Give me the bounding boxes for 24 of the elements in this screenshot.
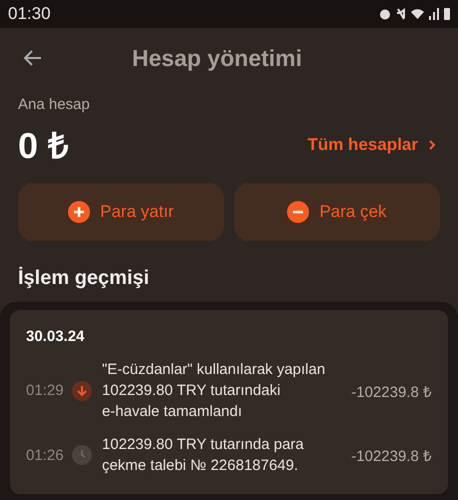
- wifi-icon: [411, 9, 424, 19]
- withdraw-button[interactable]: Para çek: [234, 183, 440, 241]
- transaction-amount: -102239.8 ₺: [351, 382, 432, 400]
- transaction-description: "E-cüzdanlar" kullanılarak yapılan 102239.80 TRY tutarındaki e-havale tamamlandı: [102, 360, 326, 422]
- clock-icon: [72, 445, 92, 465]
- account-label: Ana hesap: [18, 96, 90, 113]
- minus-icon: [287, 201, 310, 223]
- chevron-right-icon: [428, 138, 436, 150]
- date-heading: 30.03.24: [26, 328, 84, 345]
- status-time: 01:30: [8, 4, 51, 24]
- transaction-time: 01:26: [26, 446, 62, 464]
- balance: 0 ₺: [18, 124, 70, 168]
- battery-icon: [444, 8, 450, 20]
- transaction-time: 01:29: [26, 382, 62, 399]
- page-title: Hesap yönetimi: [132, 44, 302, 72]
- mute-icon: [396, 8, 406, 20]
- deposit-button[interactable]: Para yatır: [18, 183, 224, 241]
- plus-icon: [68, 201, 90, 223]
- transaction-amount: -102239.8 ₺: [351, 447, 432, 465]
- signal-icon: [429, 8, 439, 20]
- all-accounts-link[interactable]: Tüm hesaplar: [307, 134, 440, 154]
- back-arrow-icon[interactable]: [22, 49, 42, 67]
- transaction-description: 102239.80 TRY tutarında para çekme talebi № 2268187649.: [102, 435, 305, 476]
- section-title: İşlem geçmişi: [18, 267, 150, 290]
